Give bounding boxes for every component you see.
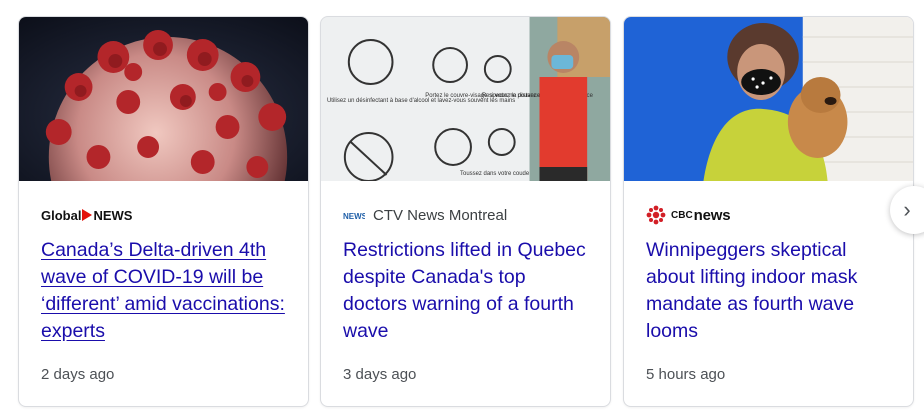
news-thumbnail[interactable] <box>19 17 308 181</box>
news-source: NEWS CTV News Montreal <box>343 205 592 225</box>
ctv-logo-text: NEWS <box>343 212 365 221</box>
cbc-logo-suffix: news <box>693 206 731 224</box>
news-card[interactable]: Utilisez un désinfectant à base d'alcool… <box>320 16 611 407</box>
cbc-news-logo: CBC news <box>646 205 731 225</box>
news-source: CBC news <box>646 205 895 225</box>
cbc-gem-icon <box>646 205 666 225</box>
news-source: Global NEWS <box>41 205 290 225</box>
news-thumbnail[interactable]: Utilisez un désinfectant à base d'alcool… <box>321 17 610 181</box>
sign-caption: Respectez la distance <box>482 93 541 99</box>
coronavirus-image <box>19 17 308 181</box>
news-time: 3 days ago <box>343 366 417 383</box>
global-news-logo: Global NEWS <box>41 208 132 223</box>
public-health-sign-image: Utilisez un désinfectant à base d'alcool… <box>321 17 610 181</box>
global-logo-suffix: NEWS <box>93 207 133 223</box>
cbc-logo-prefix: CBC <box>671 209 693 221</box>
global-logo-mark <box>82 209 93 221</box>
ctv-news-logo-icon: NEWS <box>343 212 365 221</box>
news-card[interactable]: CBC news Winnipeggers skeptical about li… <box>623 16 914 407</box>
chevron-right-icon: › <box>903 197 911 222</box>
news-time: 5 hours ago <box>646 366 726 383</box>
global-logo-brand: Global <box>41 207 82 223</box>
news-source-name: CTV News Montreal <box>373 206 508 224</box>
woman-with-dog-image <box>624 17 913 181</box>
news-time: 2 days ago <box>41 366 115 383</box>
news-card[interactable]: Global NEWS Canada’s Delta-driven 4th wa… <box>18 16 309 407</box>
news-headline[interactable]: Winnipeggers skeptical about lifting ind… <box>646 237 895 345</box>
news-thumbnail[interactable] <box>624 17 913 181</box>
sign-caption: Toussez dans votre coude <box>460 171 530 177</box>
news-headline[interactable]: Restrictions lifted in Quebec despite Ca… <box>343 237 592 345</box>
news-headline[interactable]: Canada’s Delta-driven 4th wave of COVID-… <box>41 237 290 345</box>
news-carousel: Global NEWS Canada’s Delta-driven 4th wa… <box>0 0 924 412</box>
